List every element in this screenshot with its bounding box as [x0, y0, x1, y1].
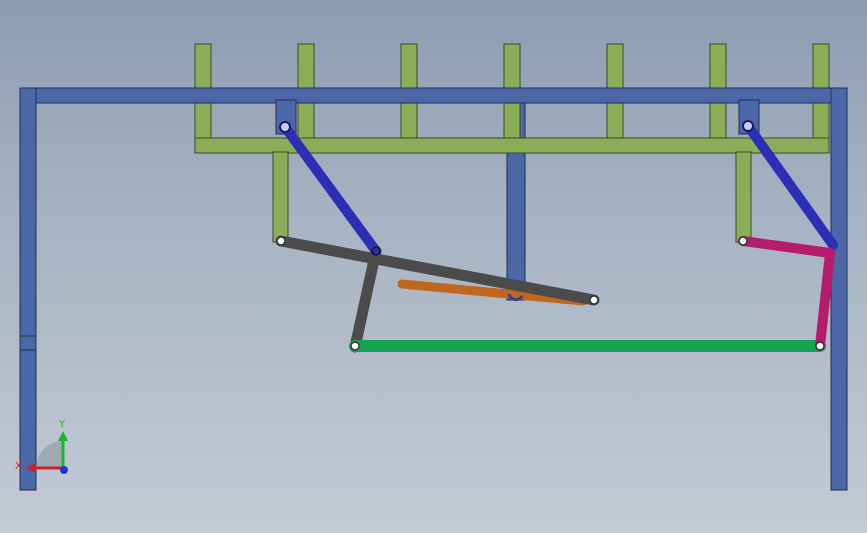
frame-left-post: [19, 87, 37, 491]
joint-pin: [371, 246, 381, 256]
mechanism-drawing: X Y: [15, 43, 848, 491]
frame-right-post: [830, 87, 848, 491]
joint-pin: [738, 236, 748, 246]
joint-pin: [276, 236, 286, 246]
magenta-link-vertical: [815, 248, 835, 351]
frame-top-beam: [19, 87, 848, 104]
y-axis-arrow-icon: [58, 431, 68, 441]
gray-link-vertical: [349, 245, 382, 353]
joint-pin: [279, 121, 291, 133]
triad-sector: [36, 441, 63, 468]
rack-hanger-left: [272, 151, 289, 243]
joint-pin: [350, 341, 360, 351]
y-axis-label: Y: [58, 419, 66, 430]
cad-viewport[interactable]: X Y: [0, 0, 867, 533]
rack-hanger-right: [735, 151, 752, 243]
joint-pin: [589, 295, 599, 305]
joint-pin: [815, 341, 825, 351]
x-axis-label: X: [15, 461, 22, 472]
joint-pin: [742, 120, 754, 132]
magenta-link-upper: [738, 236, 835, 258]
z-axis-dot: [60, 466, 68, 474]
